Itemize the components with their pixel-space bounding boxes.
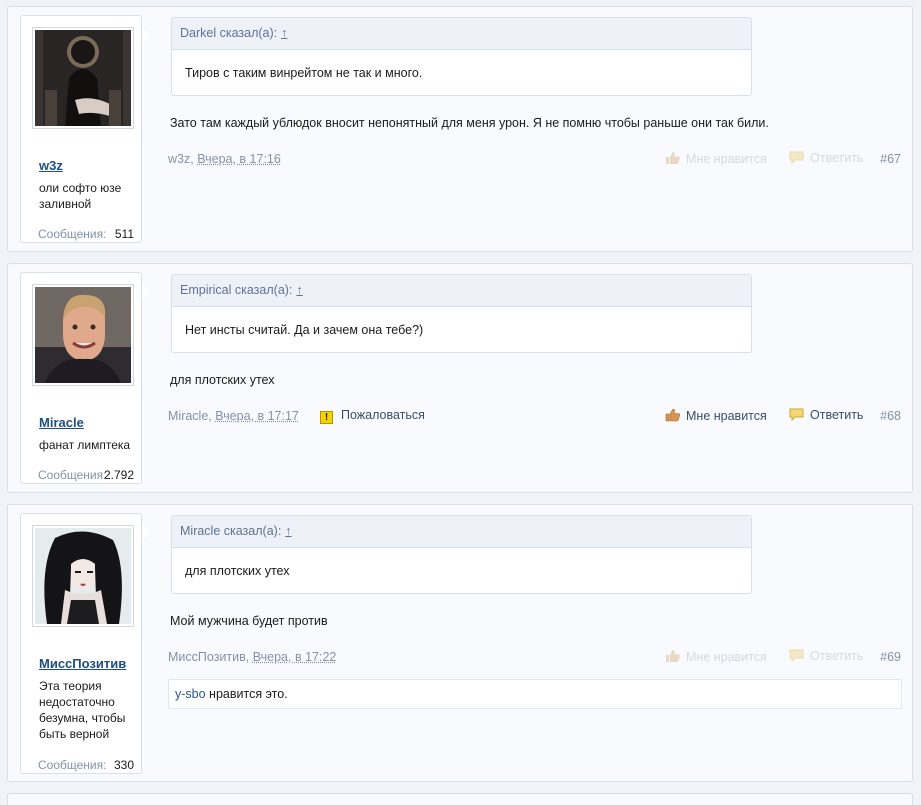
- reply-label: Ответить: [810, 408, 864, 422]
- username-link[interactable]: МиссПозитив: [39, 656, 126, 671]
- avatar-image: [35, 528, 131, 624]
- messages-count: 2.792: [103, 468, 134, 482]
- meta-author[interactable]: w3z,: [168, 152, 194, 166]
- messages-label: Сообщения:: [38, 758, 107, 772]
- quote-jump-link[interactable]: ↑: [281, 26, 287, 40]
- reply-button[interactable]: Ответить: [789, 151, 863, 165]
- quote-text: Тиров с таким винрейтом не так и много.: [185, 66, 423, 80]
- user-title: Эта теория недостаточно безумна, чтобы б…: [39, 679, 126, 741]
- quote-author[interactable]: Darkel сказал(а):: [180, 26, 277, 40]
- report-label: Пожаловаться: [341, 408, 425, 422]
- avatar[interactable]: [32, 525, 134, 627]
- post-meta: w3z, Вчера, в 17:16: [168, 152, 281, 166]
- like-label: Мне нравится: [686, 650, 767, 664]
- speech-bubble-icon: [789, 408, 804, 421]
- post-67: w3z оли софто юзе заливной Сообщения: 51…: [7, 6, 913, 252]
- thumbs-up-icon: [666, 152, 680, 164]
- post-message: для плотских утех: [170, 373, 275, 387]
- avatar-image: [35, 30, 131, 126]
- quote-header: Darkel сказал(а): ↑: [172, 18, 751, 50]
- quote-text: Нет инсты считай. Да и зачем она тебе?): [185, 323, 424, 337]
- messages-label: Сообщения:: [38, 227, 107, 241]
- post-number-link[interactable]: #69: [880, 650, 901, 664]
- messages-count: 511: [114, 227, 134, 241]
- thumbs-up-icon: [665, 408, 680, 422]
- post-date[interactable]: Вчера, в 17:17: [215, 409, 299, 423]
- likes-text: нравится это.: [205, 687, 288, 701]
- meta-author[interactable]: Miracle,: [168, 409, 212, 423]
- like-button[interactable]: Мне нравится: [665, 408, 767, 423]
- user-info-block: Miracle фанат лимптека Сообщения: 2.792: [20, 272, 142, 484]
- user-title: фанат лимптека: [39, 438, 131, 452]
- speech-bubble-icon: [789, 151, 804, 164]
- quote-header: Empirical сказал(а): ↑: [172, 275, 751, 307]
- quote-jump-link[interactable]: ↑: [285, 524, 291, 538]
- user-title: оли софто юзе заливной: [39, 181, 122, 211]
- avatar[interactable]: [32, 284, 134, 386]
- quote-jump-link[interactable]: ↑: [296, 283, 302, 297]
- post-meta: МиссПозитив, Вчера, в 17:22: [168, 650, 336, 664]
- post-message: Мой мужчина будет против: [170, 614, 328, 628]
- user-block-pointer: [142, 284, 150, 300]
- post-number-link[interactable]: #67: [880, 152, 901, 166]
- like-button[interactable]: Мне нравится: [665, 151, 767, 166]
- quote-header: Miracle сказал(а): ↑: [172, 516, 751, 548]
- user-block-pointer: [142, 525, 150, 541]
- quote-block: Darkel сказал(а): ↑ Тиров с таким винрейт…: [171, 17, 752, 96]
- report-button[interactable]: ! Пожаловаться: [320, 408, 425, 424]
- warning-icon: !: [320, 411, 333, 424]
- post-message: Зато там каждый ублюдок вносит непонятны…: [170, 116, 769, 130]
- quote-text: для плотских утех: [185, 564, 290, 578]
- quote-author[interactable]: Empirical сказал(а):: [180, 283, 292, 297]
- meta-author[interactable]: МиссПозитив,: [168, 650, 249, 664]
- liker-link[interactable]: y-sbo: [175, 687, 206, 701]
- user-block-pointer: [142, 27, 150, 43]
- speech-bubble-icon: [789, 649, 804, 662]
- post-next-partial: [7, 793, 913, 805]
- username-link[interactable]: w3z: [39, 158, 63, 173]
- post-69: МиссПозитив Эта теория недостаточно безу…: [7, 504, 913, 782]
- like-label: Мне нравится: [686, 152, 767, 166]
- messages-label: Сообщения:: [38, 468, 107, 482]
- username-link[interactable]: Miracle: [39, 415, 84, 430]
- thumbs-up-icon: [666, 650, 680, 662]
- post-68: Miracle фанат лимптека Сообщения: 2.792 …: [7, 263, 913, 493]
- quote-block: Empirical сказал(а): ↑ Нет инсты считай. …: [171, 274, 752, 353]
- likes-summary: y-sbo нравится это.: [168, 679, 902, 709]
- reply-label: Ответить: [810, 649, 864, 663]
- avatar-image: [35, 287, 131, 383]
- reply-label: Ответить: [810, 151, 864, 165]
- post-date[interactable]: Вчера, в 17:22: [253, 650, 337, 664]
- like-button[interactable]: Мне нравится: [665, 649, 767, 664]
- post-meta: Miracle, Вчера, в 17:17: [168, 409, 299, 423]
- reply-button[interactable]: Ответить: [789, 649, 863, 663]
- like-label: Мне нравится: [686, 409, 767, 423]
- user-info-block: МиссПозитив Эта теория недостаточно безу…: [20, 513, 142, 774]
- quote-block: Miracle сказал(а): ↑ для плотских утех: [171, 515, 752, 594]
- quote-author[interactable]: Miracle сказал(а):: [180, 524, 281, 538]
- user-info-block: w3z оли софто юзе заливной Сообщения: 51…: [20, 15, 142, 243]
- avatar[interactable]: [32, 27, 134, 129]
- post-number-link[interactable]: #68: [880, 409, 901, 423]
- post-date[interactable]: Вчера, в 17:16: [197, 152, 281, 166]
- reply-button[interactable]: Ответить: [789, 408, 863, 422]
- messages-count: 330: [113, 758, 134, 772]
